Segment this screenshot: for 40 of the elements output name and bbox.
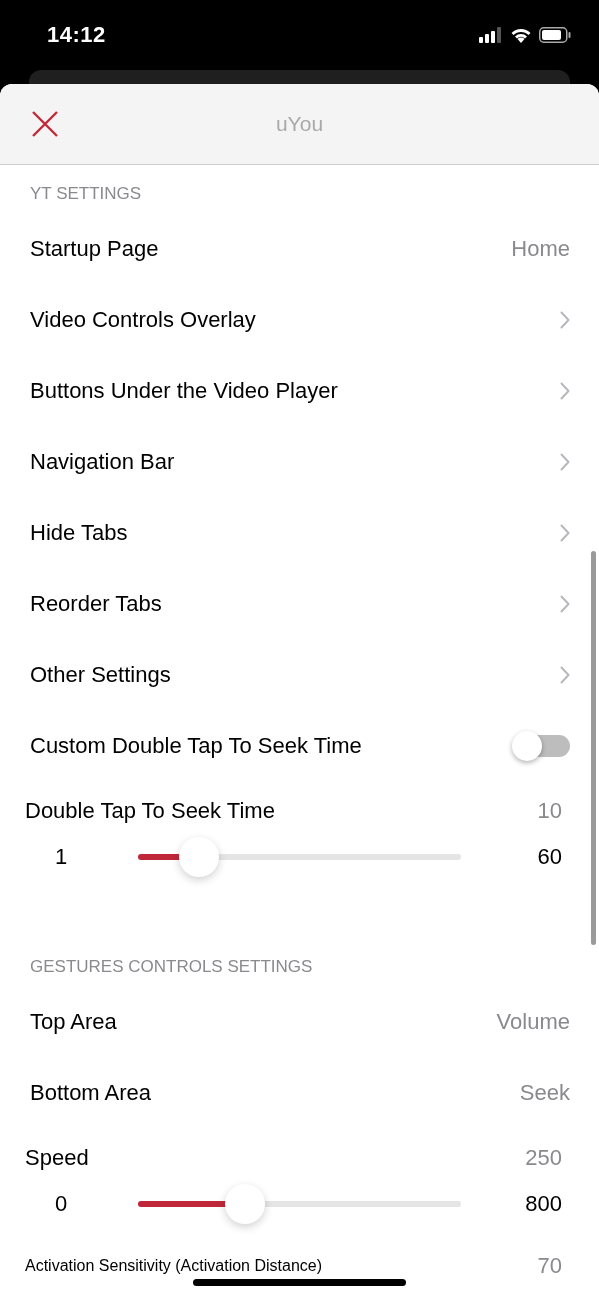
battery-icon — [539, 27, 571, 43]
close-icon[interactable] — [32, 111, 58, 137]
slider-thumb[interactable] — [224, 1184, 265, 1224]
slider-max-label: 800 — [524, 1191, 562, 1217]
setting-label: Buttons Under the Video Player — [30, 377, 338, 404]
chevron-icon[interactable] — [560, 665, 570, 684]
chevron-icon[interactable] — [560, 310, 570, 329]
slider-max-label: 60 — [536, 844, 562, 870]
status-time: 14:12 — [47, 22, 106, 48]
slider-min-label: 0 — [54, 1191, 69, 1217]
section-header: GESTURES CONTROLS SETTINGS — [29, 956, 314, 978]
setting-value: 70 — [537, 1253, 562, 1279]
chevron-icon[interactable] — [560, 523, 570, 542]
setting-label: Hide Tabs — [30, 519, 128, 546]
wifi-icon — [510, 27, 532, 43]
sheet-title: uYou — [275, 112, 324, 136]
slider-thumb[interactable] — [179, 837, 220, 877]
setting-label: Startup Page — [30, 235, 159, 262]
toggle-switch[interactable] — [512, 730, 570, 761]
setting-value: 250 — [525, 1145, 562, 1171]
setting-label: Reorder Tabs — [30, 590, 162, 617]
signal-icon — [479, 27, 503, 43]
setting-value[interactable]: Seek — [519, 1079, 570, 1106]
chevron-icon[interactable] — [560, 381, 570, 400]
setting-label: Activation Sensitivity (Activation Distance) — [25, 1257, 322, 1275]
setting-label: Custom Double Tap To Seek Time — [30, 732, 362, 759]
setting-label: Navigation Bar — [30, 448, 175, 475]
setting-label: Speed — [25, 1145, 89, 1171]
setting-label: Top Area — [30, 1008, 117, 1035]
setting-value[interactable]: Home — [511, 235, 570, 262]
setting-label: Other Settings — [30, 661, 171, 688]
chevron-icon[interactable] — [560, 594, 570, 613]
chevron-icon[interactable] — [560, 452, 570, 471]
setting-value[interactable]: Volume — [496, 1008, 570, 1035]
setting-value: 10 — [537, 798, 562, 824]
setting-label: Video Controls Overlay — [30, 306, 256, 333]
setting-label: Bottom Area — [30, 1079, 152, 1106]
slider-min-label: 1 — [54, 844, 69, 870]
section-header: YT SETTINGS — [29, 183, 143, 205]
setting-label: Double Tap To Seek Time — [25, 798, 275, 824]
